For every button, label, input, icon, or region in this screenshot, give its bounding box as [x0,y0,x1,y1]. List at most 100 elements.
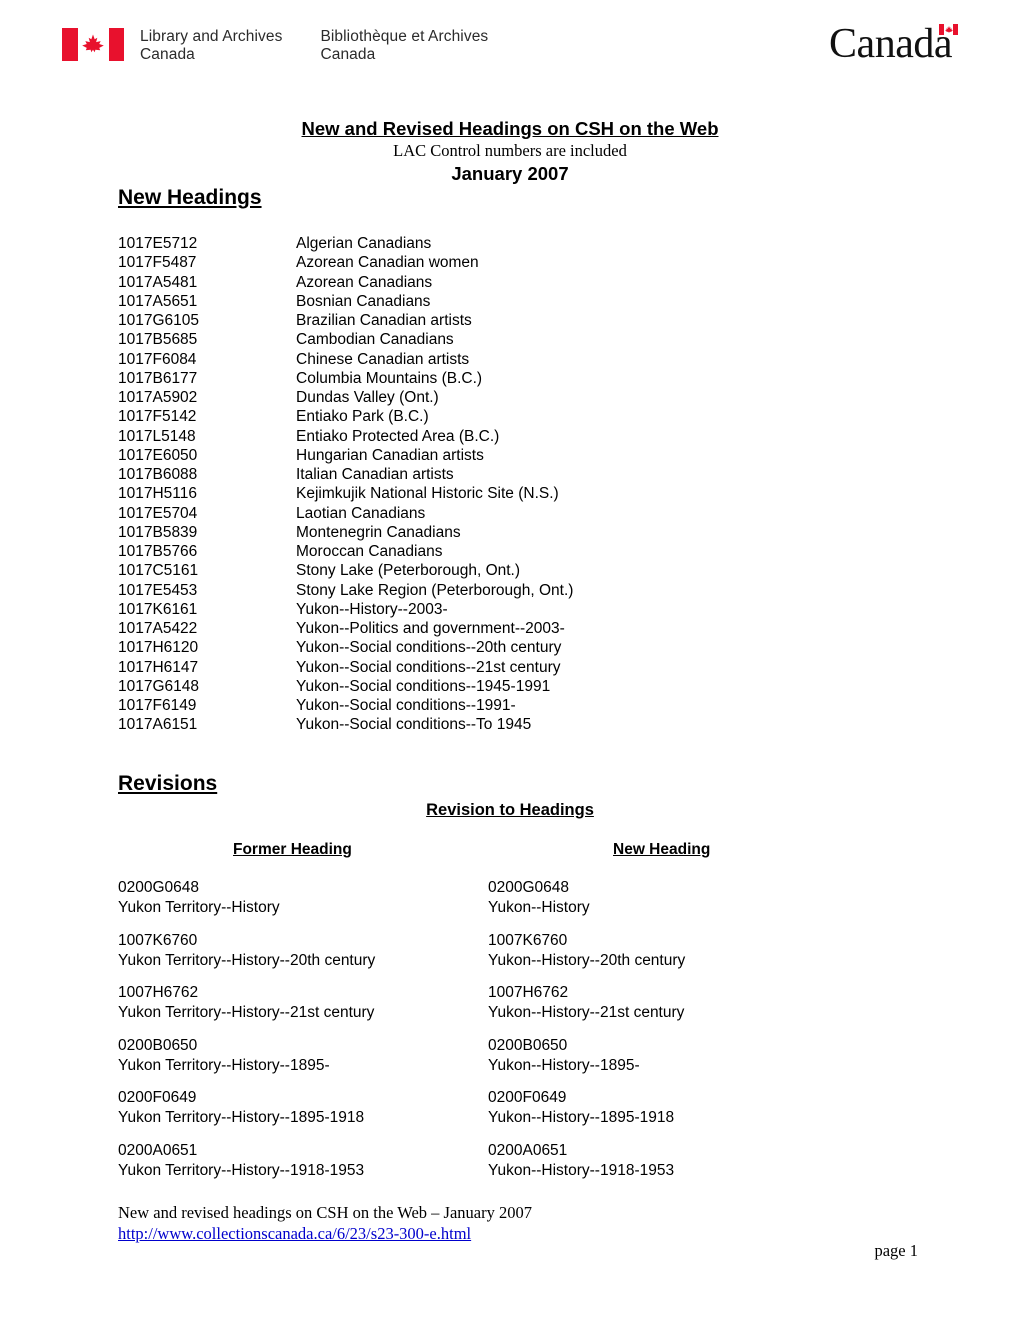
heading-label: Cambodian Canadians [296,331,454,349]
control-number: 1017B5839 [118,523,198,541]
page-number: page 1 [874,1241,918,1260]
new-control-number: 1007K6760 [488,931,568,949]
heading-row: 1017F6149 Yukon--Social conditions--1991- [118,696,878,715]
heading-row: 1017B6177 Columbia Mountains (B.C.) [118,369,878,388]
revisions-column-headers: Former Heading New Heading [118,840,918,860]
heading-row: 1017B5839 Montenegrin Canadians [118,523,878,542]
control-number: 1017L5148 [118,427,196,445]
former-control-number: 0200A0651 [118,1141,198,1159]
former-heading-label: Yukon Territory--History [118,899,280,916]
new-heading-label: Yukon--History--21st century [488,1004,685,1021]
former-control-number: 0200F0649 [118,1089,197,1106]
page-footer: New and revised headings on CSH on the W… [118,1202,918,1244]
control-number: 1017C5161 [118,562,199,580]
document-subtitle: LAC Control numbers are included [393,141,627,160]
new-heading-cell: 0200B0650 Yukon--History--1895- [488,1036,858,1076]
heading-row: 1017H6147 Yukon--Social conditions--21st … [118,658,878,677]
canada-wordmark: Canada [829,22,958,66]
control-number: 1017F6084 [118,350,197,368]
heading-label: Yukon--Social conditions--To 1945 [296,716,532,734]
control-number: 1017A6151 [118,716,198,734]
heading-label: Moroccan Canadians [296,543,443,560]
former-control-number: 1007H6762 [118,984,199,1001]
former-heading-cell: 0200A0651 Yukon Territory--History--1918-… [118,1141,488,1181]
control-number: 1017A5902 [118,389,198,406]
heading-row: 1017E6050 Hungarian Canadian artists [118,446,878,465]
heading-label: Stony Lake (Peterborough, Ont.) [296,562,521,580]
revision-row: 0200G0648 Yukon Territory--History 0200G06… [118,878,918,918]
control-number: 1017E5712 [118,235,198,252]
heading-row: 1017A5651 Bosnian Canadians [118,292,878,311]
revision-row: 0200B0650 Yukon Territory--History--1895-… [118,1036,918,1076]
heading-row: 1017F5487 Azorean Canadian women [118,253,878,272]
heading-row: 1017B5685 Cambodian Canadians [118,330,878,349]
heading-row: 1017C5161 Stony Lake (Peterborough, Ont.) [118,561,878,580]
heading-label: Stony Lake Region (Peterborough, Ont.) [296,581,574,599]
heading-row: 1017E5704 Laotian Canadians [118,504,878,523]
new-heading-label: Yukon--History--1918-1953 [488,1161,675,1179]
lac-name-french-line1: Bibliothèque et Archives [320,28,489,45]
heading-label: Montenegrin Canadians [296,523,461,541]
control-number: 1017F6149 [118,697,197,714]
new-control-number: 0200A0651 [488,1141,568,1159]
heading-label: Yukon--History--2003- [296,600,448,618]
heading-label: Laotian Canadians [296,504,426,522]
control-number: 1017A5422 [118,620,198,637]
heading-row: 1017A5481 Azorean Canadians [118,273,878,292]
heading-label: Yukon--Social conditions--1991- [296,697,516,714]
heading-row: 1017E5712 Algerian Canadians [118,234,878,253]
heading-row: 1017L5148 Entiako Protected Area (B.C.) [118,427,878,446]
new-control-number: 0200B0650 [488,1036,568,1054]
former-control-number: 1007K6760 [118,931,198,949]
heading-row: 1017F5142 Entiako Park (B.C.) [118,407,878,426]
new-control-number: 0200F0649 [488,1089,567,1106]
former-heading-cell: 1007K6760 Yukon Territory--History--20th … [118,931,488,971]
title-block: New and Revised Headings on CSH on the W… [110,118,910,185]
former-heading-cell: 0200G0648 Yukon Territory--History [118,878,488,918]
former-control-number: 0200B0650 [118,1036,198,1054]
heading-label: Chinese Canadian artists [296,350,470,368]
new-heading-label: Yukon--History [488,899,590,916]
heading-label: Yukon--Social conditions--21st century [296,658,561,676]
control-number: 1017H6147 [118,658,199,676]
control-number: 1017B5766 [118,543,198,560]
library-and-archives-canada-logo: Library and Archives Canada Bibliothèque… [62,28,488,63]
control-number: 1017B5685 [118,331,198,349]
lac-name-english-line2: Canada [140,45,195,63]
lac-name-english-line1: Library and Archives [140,28,283,45]
heading-row: 1017A5902 Dundas Valley (Ont.) [118,388,878,407]
page-header: Library and Archives Canada Bibliothèque… [0,0,1020,100]
heading-label: Dundas Valley (Ont.) [296,389,439,406]
document-date: January 2007 [451,163,569,184]
revision-row: 1007K6760 Yukon Territory--History--20th … [118,931,918,971]
heading-row: 1017E5453 Stony Lake Region (Peterborough… [118,581,878,600]
former-heading-label: Yukon Territory--History--1895-1918 [118,1109,365,1126]
heading-row: 1017G6105 Brazilian Canadian artists [118,311,878,330]
control-number: 1017A5481 [118,273,198,291]
control-number: 1017G6148 [118,677,200,695]
heading-row: 1017H6120 Yukon--Social conditions--20th … [118,638,878,657]
control-number: 1017E5453 [118,581,198,599]
heading-label: Columbia Mountains (B.C.) [296,369,483,387]
new-control-number: 0200G0648 [488,879,570,896]
former-control-number: 0200G0648 [118,879,200,896]
heading-label: Azorean Canadians [296,273,433,291]
former-heading-label: Yukon Territory--History--1895- [118,1056,330,1074]
heading-row: 1017F6084 Chinese Canadian artists [118,350,878,369]
heading-label: Italian Canadian artists [296,466,454,483]
canada-wordmark-text: Canada [829,21,952,67]
heading-label: Entiako Protected Area (B.C.) [296,427,500,445]
new-heading-cell: 0200G0648 Yukon--History [488,878,858,918]
control-number: 1017A5651 [118,292,198,310]
heading-label: Yukon--Social conditions--1945-1991 [296,677,551,695]
control-number: 1017F5487 [118,254,197,272]
revision-row: 0200F0649 Yukon Territory--History--1895-… [118,1088,918,1128]
lac-name-english: Library and Archives Canada [140,28,282,63]
former-heading-label: Yukon Territory--History--21st century [118,1004,375,1021]
heading-label: Algerian Canadians [296,235,432,252]
section-heading-new-headings: New Headings [118,186,262,209]
lac-name-french: Bibliothèque et Archives Canada [320,28,488,63]
former-heading-cell: 1007H6762 Yukon Territory--History--21st … [118,983,488,1023]
heading-label: Brazilian Canadian artists [296,312,472,329]
new-heading-label: Yukon--History--1895-1918 [488,1109,675,1126]
